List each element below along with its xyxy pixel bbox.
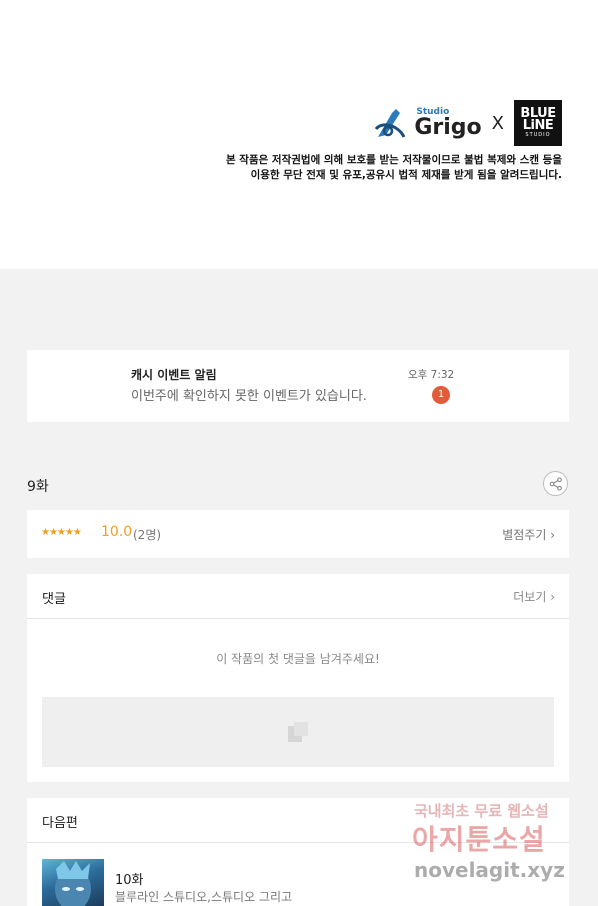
notice-line-1: 본 작품은 저작권법에 의해 보호를 받는 저작물이므로 불법 복제와 스캔 등… — [225, 154, 562, 166]
event-body: 이번주에 확인하지 못한 이벤트가 있습니다. — [131, 389, 367, 404]
image-placeholder-icon — [288, 722, 308, 742]
collab-x: X — [491, 112, 504, 134]
comments-card: 댓글 더보기 › 이 작품의 첫 댓글을 남겨주세요! — [27, 574, 569, 782]
notice-line-2: 이용한 무단 전재 및 유포,공유시 법적 제재를 받게 됨을 알려드립니다. — [250, 169, 562, 181]
comments-header: 댓글 더보기 › — [27, 574, 569, 619]
event-title: 캐시 이벤트 알림 — [131, 368, 217, 382]
grigo-logo-icon — [375, 109, 406, 138]
rate-button[interactable]: 별점주기 › — [502, 526, 555, 543]
ad-placeholder[interactable] — [42, 697, 554, 767]
share-button[interactable] — [543, 471, 568, 496]
blueline-small: STUDIO — [525, 132, 551, 139]
rating-card: ★★★★★ 10.0 (2명) 별점주기 › — [27, 510, 569, 558]
next-episode-thumbnail[interactable] — [42, 859, 104, 906]
next-title: 다음편 — [42, 816, 78, 831]
rating-stars: ★★★★★ — [41, 527, 82, 538]
next-episode-number: 10화 — [115, 873, 144, 888]
studio-logos: Studio Grigo X BLUE LiNE STUDIO — [372, 100, 562, 146]
blueline-logo: BLUE LiNE STUDIO — [514, 100, 562, 146]
episode-title: 9화 — [27, 479, 49, 495]
comments-title: 댓글 — [42, 592, 66, 607]
rating-score: 10.0 — [101, 524, 133, 540]
share-icon — [549, 476, 562, 491]
event-badge: 1 — [432, 386, 450, 404]
blueline-bottom: LiNE — [522, 118, 554, 134]
next-episode-card[interactable]: 다음편 10화 블루라인 스튜디오,스튜디오 그리고 — [27, 798, 569, 906]
comments-more-link[interactable]: 더보기 › — [513, 588, 555, 605]
copyright-notice: 본 작품은 저작권법에 의해 보호를 받는 저작물이므로 불법 복제와 스캔 등… — [226, 153, 562, 183]
next-header: 다음편 — [27, 798, 569, 843]
event-notification[interactable]: 캐시 이벤트 알림 이번주에 확인하지 못한 이벤트가 있습니다. 오후 7:3… — [27, 350, 569, 422]
grigo-wordmark: Studio Grigo — [414, 107, 482, 140]
banner-area: Studio Grigo X BLUE LiNE STUDIO 본 작품은 저작… — [0, 0, 598, 269]
next-episode-author: 블루라인 스튜디오,스튜디오 그리고 — [115, 890, 293, 904]
event-time: 오후 7:32 — [408, 369, 455, 381]
grigo-name: Grigo — [414, 114, 482, 140]
comments-empty-message: 이 작품의 첫 댓글을 남겨주세요! — [216, 652, 380, 666]
character-face-icon — [55, 861, 91, 906]
rating-count: (2명) — [133, 528, 162, 542]
